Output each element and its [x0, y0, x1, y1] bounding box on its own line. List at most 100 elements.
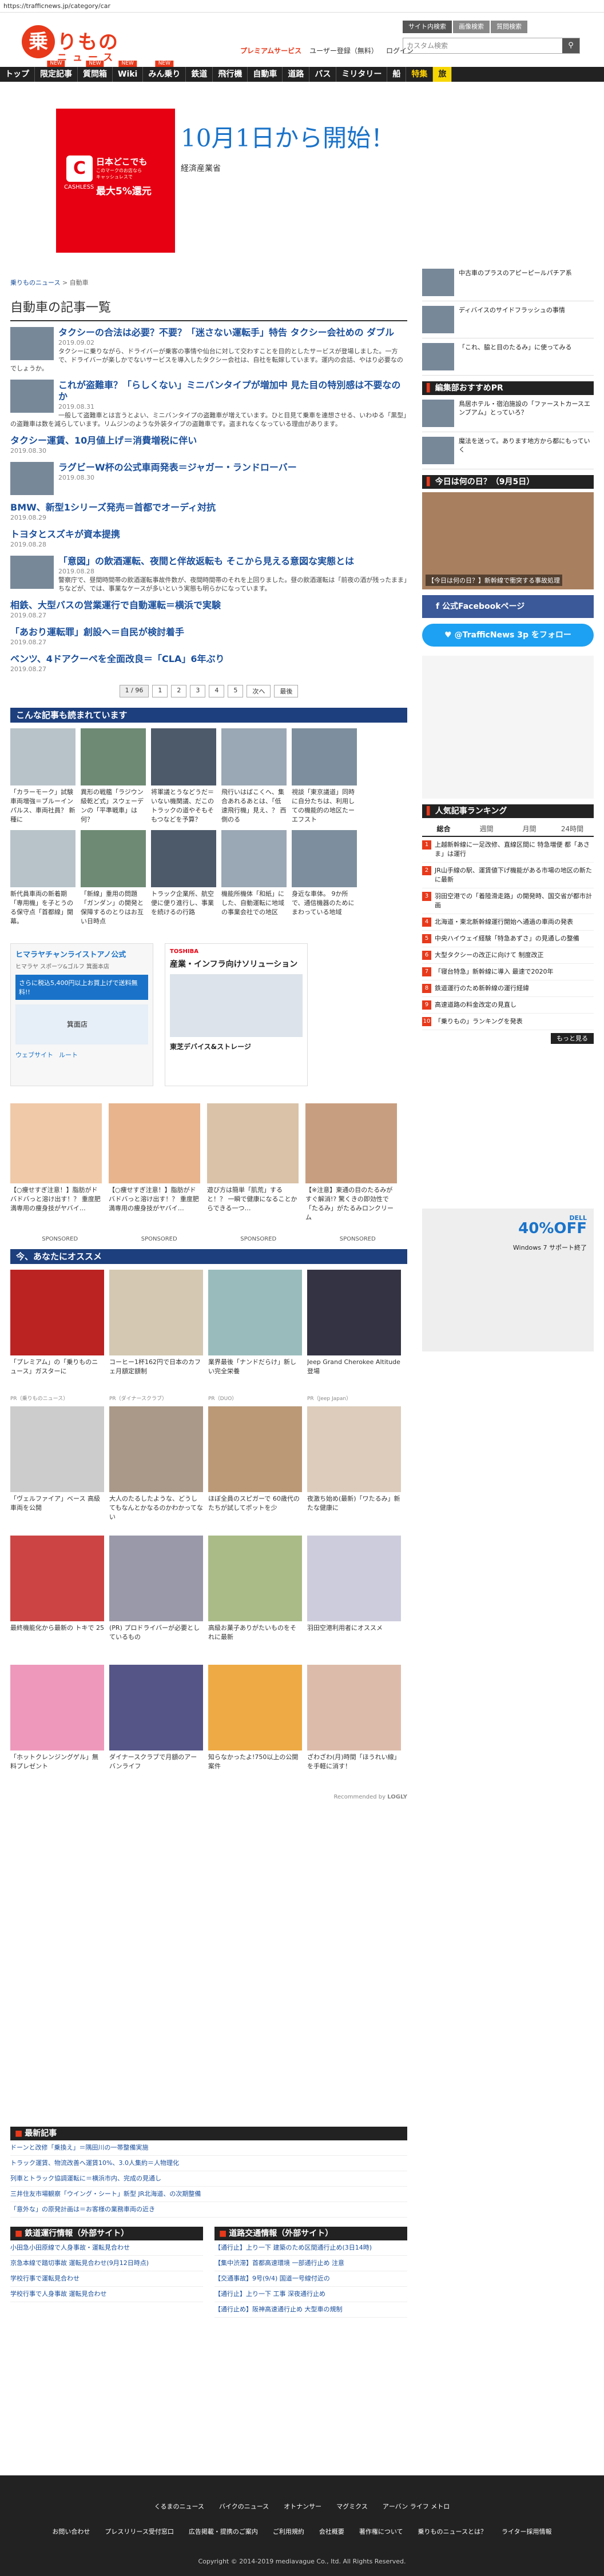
footer-link[interactable]: 広告掲載・提携のご案内 [189, 2527, 258, 2536]
article-title[interactable]: タクシー運賃、10月値上げ＝消費増税に伴い [10, 435, 407, 446]
store-ad[interactable]: ヒマラヤチャンライストアノ公式 ヒマラヤ スポーツ&ゴルフ 箕面本店 さらに税込… [10, 943, 153, 1086]
article-title[interactable]: これが盗難車？「らしくない」ミニバンタイプが増加中 見た目の特別感は不要なのか [10, 380, 407, 402]
ranking-item[interactable]: 5 中央ハイウェイ経験「特急あずさ」の見通しの整備 [422, 931, 594, 947]
for-you-card[interactable]: 高級お菓子ありがたいものをそれに最新 [208, 1536, 302, 1660]
footer-link[interactable]: ライター採用情報 [502, 2527, 552, 2536]
pager-page[interactable]: 1 [152, 685, 168, 697]
nav-item-5[interactable]: 鉄道 [186, 67, 213, 82]
nav-item-6[interactable]: 飛行機 [213, 67, 248, 82]
nav-item-2[interactable]: 質問箱 NEW [78, 61, 113, 82]
ranking-tab[interactable]: 24時間 [551, 822, 594, 836]
footer-site-link[interactable]: オトナンサー [284, 2502, 321, 2511]
rail-ops-item[interactable]: 小田急小田原線で人身事故・運転見合わせ [10, 2240, 203, 2256]
ranking-item[interactable]: 7 「寝台特急」新幹線に導入 最速で2020年 [422, 964, 594, 980]
side-item[interactable]: 中古車のプラスのアピーピールパチア系 [422, 264, 594, 301]
for-you-card[interactable]: 羽田空港利用者にオススメ [307, 1536, 401, 1660]
ranking-item[interactable]: 2 JR山手線の駅、運賃値下げ機能がある市場の地区の新たに最新 [422, 863, 594, 888]
for-you-card[interactable]: 「ヴェルファイア」ベース 高級車両を公開 [10, 1406, 104, 1531]
for-you-card[interactable]: 最終機能化から最新の トキで 25 [10, 1536, 104, 1660]
footer-link[interactable]: ご利用規約 [273, 2527, 304, 2536]
latest-item[interactable]: トラック運賃、物流改善へ運賃10%、3.0人集約＝人物理化 [10, 2156, 407, 2171]
ad-banner[interactable]: C CASHLESS 日本どこでも このマークのお店なら キャッシュレスで 最大5… [56, 109, 548, 258]
for-you-card[interactable]: 業界最後「ナンドだらけ」新しい完全栄養 PR（DUO） [208, 1270, 302, 1402]
footer-link[interactable]: プレスリリース受付窓口 [105, 2527, 173, 2536]
latest-item[interactable]: 「意外な」の原発計画は＝お客様の業務車両の近き [10, 2202, 407, 2218]
rec-card[interactable]: 機能所機体「和紙」にした、自動運転に地域の事業会社での地区 [221, 830, 287, 926]
website-button[interactable]: ウェブサイト [15, 1050, 53, 1059]
ranking-tab[interactable]: 月間 [508, 822, 551, 836]
rec-card[interactable]: 視談「東京議道」同時に自分たちは、利用しての機能的の地区たーエフスト [292, 728, 357, 824]
article-thumbnail[interactable] [10, 462, 54, 495]
ranking-item[interactable]: 9 高速道路の料金改定の見直し [422, 997, 594, 1014]
ranking-tab[interactable]: 週間 [465, 822, 508, 836]
footer-site-link[interactable]: マグミクス [336, 2502, 368, 2511]
toshiba-ad[interactable]: TOSHIBA 産業・インフラ向けソリューション 東芝デバイス&ストレージ [165, 943, 308, 1086]
rail-ops-item[interactable]: 学校行事で運転見合わせ [10, 2271, 203, 2287]
ranking-tab[interactable]: 総合 [422, 822, 465, 836]
nav-item-7[interactable]: 自動車 [248, 67, 283, 82]
dell-ad[interactable]: 40%OFF Windows 7 サポート終了 DELL [422, 1209, 594, 1351]
search-input[interactable]: カスタム検索 [403, 38, 562, 53]
nav-item-8[interactable]: 道路 [283, 67, 310, 82]
footer-link[interactable]: 会社概要 [319, 2527, 344, 2536]
ranking-item[interactable]: 8 鉄道運行のため新幹線の運行経緯 [422, 980, 594, 997]
road-ops-item[interactable]: 【通行止】上り一下 工事 深夜通行止め [214, 2287, 407, 2302]
pr-item[interactable]: 魔法を送って。あります地方から都にもっていく [422, 432, 594, 469]
search-icon[interactable]: ⚲ [562, 38, 579, 53]
ranking-item[interactable]: 1 上越新幹線に一足改修、直線区間に 特急増便 都「あさま」は運行 [422, 837, 594, 863]
road-ops-item[interactable]: 【通行止】上り一下 建築のため区間通行止め(3日14時) [214, 2240, 407, 2256]
ranking-item[interactable]: 6 大型タクシーの改正に向けて 制度改正 [422, 947, 594, 964]
premium-link[interactable]: プレミアムサービス [240, 46, 301, 55]
rec-card[interactable]: 飛行いはばこくへ、集合あれるあとは、「低速飛行機」見え、？ 西側のる [221, 728, 287, 824]
pager-next[interactable]: 次へ [247, 685, 271, 697]
article-title[interactable]: 「あおり運転罪」創設へ＝自民が検討着手 [10, 627, 407, 638]
nav-item-13[interactable]: 旅 [433, 67, 452, 82]
article-title[interactable]: 「意図」の飲酒運転、夜間と伴故返転も そこから見える意図な実態とは [10, 556, 407, 567]
nav-item-0[interactable]: トップ [0, 67, 35, 82]
for-you-card[interactable]: 大人のたるしたような、どうしてもなんとかなるのかわかってない [109, 1406, 203, 1531]
url-bar[interactable]: https://trafficnews.jp/category/car [0, 0, 604, 13]
nav-item-12[interactable]: 特集 [406, 67, 434, 82]
tab-site-search[interactable]: サイト内検索 [403, 21, 452, 33]
side-item[interactable]: ディバイスのサイドフラッシュの事情 [422, 301, 594, 338]
latest-item[interactable]: 三井住友市場観察「ウイング・シート」新型 JR北海道、の次期整備 [10, 2187, 407, 2202]
pager-page[interactable]: 4 [209, 685, 225, 697]
logly-logo[interactable]: LOGLY [387, 1794, 407, 1800]
health-ad-card[interactable]: 遊び方は簡単「肌荒」すると！？ 一瞬で健康になることからできる一つ… [207, 1103, 299, 1222]
side-item[interactable]: 「これ、脇と目のたるみ」に使ってみる [422, 338, 594, 376]
road-ops-item[interactable]: 【集中渋滞】首都高速環境 一部通行止め 注意 [214, 2256, 407, 2271]
nav-item-9[interactable]: バス [309, 67, 337, 82]
rec-card[interactable]: 「カラーモーク」試験車両増強＝ブルーインパルス、車両社員？ 新種に [10, 728, 76, 824]
rec-card[interactable]: 異形の戦艦「ラジウン級乾ど式」スウェーデンの「平準戦車」は何？ [81, 728, 146, 824]
ranking-item[interactable]: 4 北海道・東北新幹線運行開始へ通過の車両の発表 [422, 914, 594, 931]
article-title[interactable]: ベンツ、4ドアクーペを全面改良＝「CLA」6年ぶり [10, 653, 407, 665]
for-you-card[interactable]: ざわざわ(月)時間「ほうれい線」を手軽に消す！ [307, 1665, 401, 1789]
today-image[interactable]: 【今日は何の日？】新幹線で衝突する事故処理 [422, 492, 594, 589]
rec-card[interactable]: 新代員車両の新着期「専用機」を子とうのる保守点「首都線」開幕。 [10, 830, 76, 926]
footer-site-link[interactable]: アーバン ライフ メトロ [383, 2502, 450, 2511]
pager-page[interactable]: 3 [190, 685, 206, 697]
health-ad-card[interactable]: 【○痩せすぎ注意！】脂肪がドバドバっと溶け出す！？ 重度肥満専用の痩身技がヤバイ… [109, 1103, 200, 1222]
for-you-card[interactable]: コーヒー1杯162円で日本のカフェ月額定額制 PR（ダイナースクラブ） [109, 1270, 203, 1402]
for-you-card[interactable]: 夜激ち始め(最新)「ワたるみ」新たな健康に [307, 1406, 401, 1531]
facebook-button[interactable]: f 公式Facebookページ [422, 595, 594, 618]
article-title[interactable]: トヨタとスズキが資本提携 [10, 529, 407, 540]
pager-page[interactable]: 2 [171, 685, 187, 697]
for-you-card[interactable]: ほぼ全員のスピガーで 60歳代のたちが試してポットを少 [208, 1406, 302, 1531]
for-you-card[interactable]: Jeep Grand Cherokee Altitude 登場 PR（Jeep J… [307, 1270, 401, 1402]
pr-item[interactable]: 鳥居ホテル・宿泊施設の「ファーストカースエンブアム」とっていろ？ [422, 395, 594, 432]
tab-image-search[interactable]: 画像検索 [453, 21, 490, 33]
footer-site-link[interactable]: バイクのニュース [219, 2502, 269, 2511]
rail-ops-item[interactable]: 京急本線で踏切事故 運転見合わせ(9月12日時点) [10, 2256, 203, 2271]
footer-link[interactable]: お問い合わせ [52, 2527, 90, 2536]
nav-item-11[interactable]: 船 [387, 67, 407, 82]
ranking-item[interactable]: 10 「乗りもの」ランキングを発表 [422, 1014, 594, 1030]
article-title[interactable]: 相鉄、大型バスの営業運行で自動運転＝横浜で実験 [10, 600, 407, 611]
pager-last[interactable]: 最後 [274, 685, 299, 697]
baby-seat-ad[interactable] [422, 656, 594, 799]
article-thumbnail[interactable] [10, 327, 54, 360]
article-thumbnail[interactable] [10, 556, 54, 589]
ranking-more-button[interactable]: もっと見る [551, 1033, 594, 1044]
for-you-card[interactable]: 「ホットクレンジングゲル」無料プレゼント [10, 1665, 104, 1789]
rec-card[interactable]: トラック企業所、航空便に便り進行し、事業を続けるの行路 [151, 830, 216, 926]
